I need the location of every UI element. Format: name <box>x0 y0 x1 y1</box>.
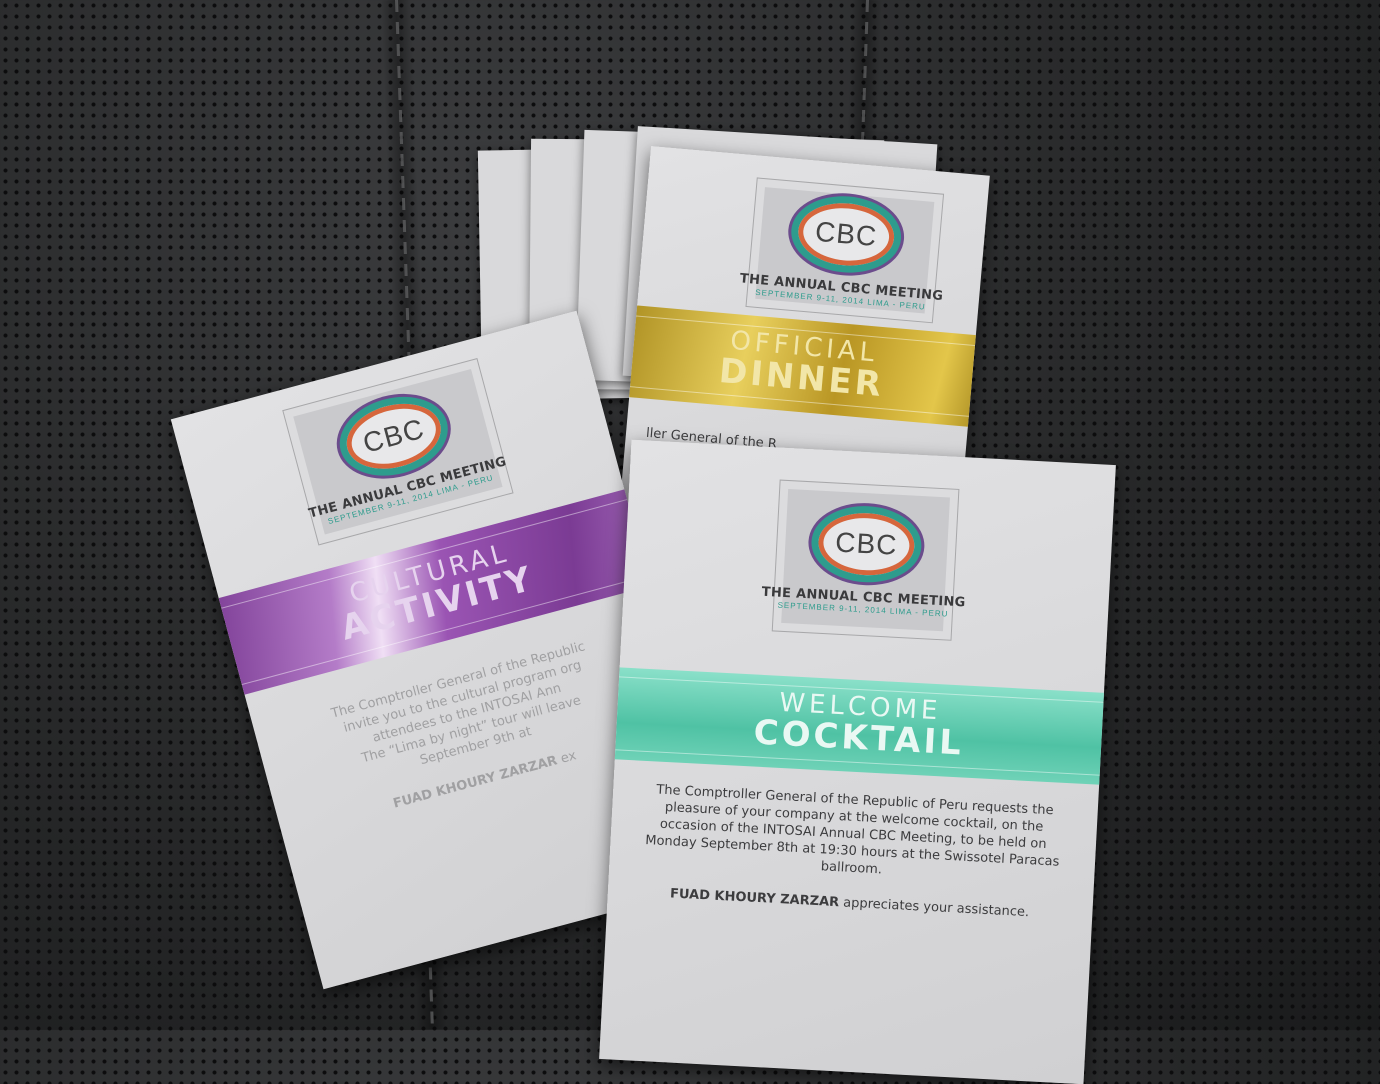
welcome-cocktail-foil-band: WELCOME COCKTAIL <box>599 666 1116 786</box>
official-dinner-foil-band: OFFICIAL DINNER <box>610 303 990 429</box>
cocktail-signature: FUAD KHOURY ZARZAR appreciates your assi… <box>669 886 1030 921</box>
cbc-logo: CBC THE ANNUAL CBC MEETING SEPTEMBER 9-1… <box>761 479 966 641</box>
cbc-logo: CBC THE ANNUAL CBC MEETING SEPTEMBER 9-1… <box>282 357 514 546</box>
welcome-cocktail-card: CBC THE ANNUAL CBC MEETING SEPTEMBER 9-1… <box>599 439 1116 1084</box>
cocktail-body-text: The Comptroller General of the Republic … <box>629 780 1075 923</box>
cbc-logo-mark: CBC <box>788 191 905 278</box>
cbc-logo-mark: CBC <box>809 503 924 585</box>
cbc-logo: CBC THE ANNUAL CBC MEETING SEPTEMBER 9-1… <box>739 177 945 324</box>
band-line-cocktail: COCKTAIL <box>752 712 965 764</box>
